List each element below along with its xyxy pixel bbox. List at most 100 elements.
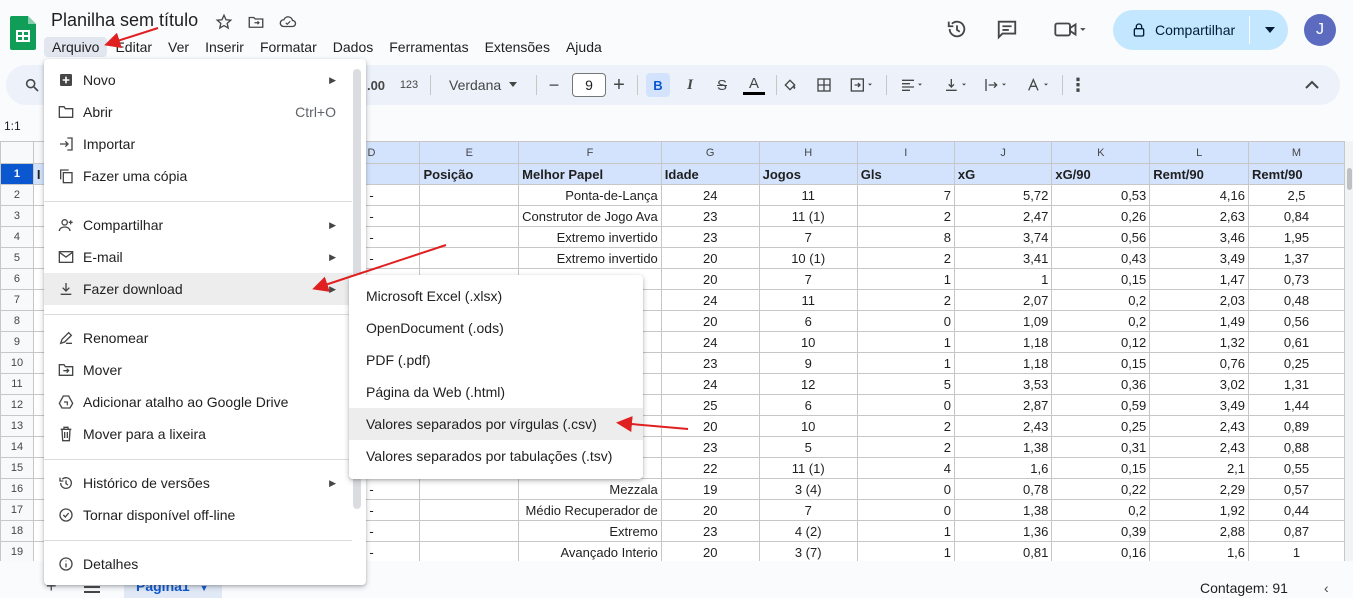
cell[interactable]: 2 [856,415,955,437]
cell[interactable]: 1,38 [953,499,1053,521]
cell[interactable]: 1,38 [953,436,1053,458]
cell[interactable]: 8 [856,226,955,248]
cell[interactable]: 2,29 [1149,478,1250,500]
menu-dados[interactable]: Dados [325,37,381,57]
cell[interactable]: 0,73 [1248,268,1345,290]
cell[interactable]: Extremo [518,520,662,542]
cell[interactable]: 1,6 [953,457,1053,479]
cell[interactable]: 1 [953,268,1053,290]
cell[interactable]: 1,37 [1248,247,1345,269]
more-options-icon[interactable]: ⋮ [1068,73,1088,97]
cell[interactable]: 0,57 [1248,478,1345,500]
text-rotation-icon[interactable] [1020,73,1056,97]
row-header[interactable]: 5 [0,247,34,269]
cell[interactable]: 0,25 [1051,415,1151,437]
cell[interactable]: 22 [660,457,760,479]
cell[interactable]: 2,87 [953,394,1053,416]
cell[interactable]: 19 [660,478,760,500]
cell[interactable]: Idade [660,163,760,185]
cell[interactable]: 1,09 [953,310,1053,332]
cell[interactable]: 7 [856,184,955,206]
cell[interactable]: Ponta-de-Lança [518,184,662,206]
cell[interactable]: 11 [758,289,858,311]
cell[interactable]: 1 [856,268,955,290]
download-tsv[interactable]: Valores separados por tabulações (.tsv) [349,440,643,472]
cell[interactable]: Remt/90 [1248,163,1345,185]
collapse-toolbar-icon[interactable] [1302,73,1322,97]
cell[interactable]: 4,16 [1149,184,1250,206]
horizontal-align-icon[interactable] [894,73,930,97]
row-header[interactable]: 18 [0,520,34,542]
avatar[interactable]: J [1304,14,1336,46]
cell[interactable]: 1,49 [1149,310,1250,332]
borders-icon[interactable] [812,73,836,97]
menu-item-mover[interactable]: Mover [44,354,352,386]
cell[interactable]: Mezzala [518,478,662,500]
cell[interactable]: 2,43 [953,415,1053,437]
cell[interactable]: 20 [660,499,760,521]
cell[interactable]: 1,36 [953,520,1053,542]
cell[interactable]: 5 [856,373,955,395]
cell[interactable]: 3 (7) [758,541,858,561]
cell[interactable]: 1 [856,331,955,353]
column-header-f[interactable]: F [518,141,662,164]
cell[interactable]: 23 [660,520,760,542]
menu-ajuda[interactable]: Ajuda [558,37,610,57]
cell[interactable]: 0,55 [1248,457,1345,479]
row-header[interactable]: 19 [0,541,34,561]
cell[interactable]: 11 [758,184,858,206]
cell[interactable]: 1,47 [1149,268,1250,290]
cell[interactable]: 23 [660,352,760,374]
cell[interactable]: 6 [758,394,858,416]
menu-item-historico-versoes[interactable]: Histórico de versões ▶ [44,467,352,499]
vertical-scrollbar[interactable] [1345,141,1353,561]
cell[interactable]: 0 [856,478,955,500]
font-family-select[interactable]: Verdana [443,73,523,97]
cell[interactable]: 20 [660,541,760,561]
cell[interactable]: 0,2 [1051,499,1151,521]
row-header[interactable]: 11 [0,373,34,395]
bold-button[interactable]: B [646,73,670,97]
column-header-g[interactable]: G [660,141,760,164]
cell[interactable]: 2,88 [1149,520,1250,542]
cell[interactable]: 10 [758,331,858,353]
row-header[interactable]: 10 [0,352,34,374]
menu-item-email[interactable]: E-mail ▶ [44,241,352,273]
chevron-down-icon[interactable] [1265,26,1275,34]
cell[interactable]: 4 [856,457,955,479]
column-header-j[interactable]: J [953,141,1053,164]
cell[interactable]: 2,5 [1248,184,1345,206]
font-size-input[interactable]: 9 [572,73,606,97]
menu-item-detalhes[interactable]: Detalhes [44,548,352,580]
menu-ver[interactable]: Ver [160,37,197,57]
cell[interactable]: 2,03 [1149,289,1250,311]
cell[interactable]: 7 [758,268,858,290]
cell[interactable]: 0,44 [1248,499,1345,521]
menu-formatar[interactable]: Formatar [252,37,325,57]
merge-cells-icon[interactable] [844,73,880,97]
cell[interactable]: 3,53 [953,373,1053,395]
cell[interactable]: 10 (1) [758,247,858,269]
cell[interactable]: 11 (1) [758,205,858,227]
cell[interactable]: 2,07 [953,289,1053,311]
cell[interactable]: 20 [660,247,760,269]
cell[interactable]: 2 [856,205,955,227]
cell[interactable]: 1,6 [1149,541,1250,561]
cell[interactable]: 0,39 [1051,520,1151,542]
cell[interactable] [419,205,520,227]
row-header[interactable]: 6 [0,268,34,290]
cell[interactable]: 0,36 [1051,373,1151,395]
cell[interactable]: 1 [1248,541,1345,561]
cell[interactable]: 12 [758,373,858,395]
cell[interactable]: 3,49 [1149,247,1250,269]
cell[interactable]: 20 [660,310,760,332]
cell[interactable]: 2 [856,436,955,458]
cell[interactable]: 2 [856,247,955,269]
cell[interactable]: 0,53 [1051,184,1151,206]
cell[interactable]: 0,15 [1051,352,1151,374]
cell[interactable] [419,226,520,248]
menu-item-renomear[interactable]: Renomear [44,322,352,354]
row-header[interactable]: 3 [0,205,34,227]
download-ods[interactable]: OpenDocument (.ods) [349,312,643,344]
cell[interactable]: 7 [758,499,858,521]
